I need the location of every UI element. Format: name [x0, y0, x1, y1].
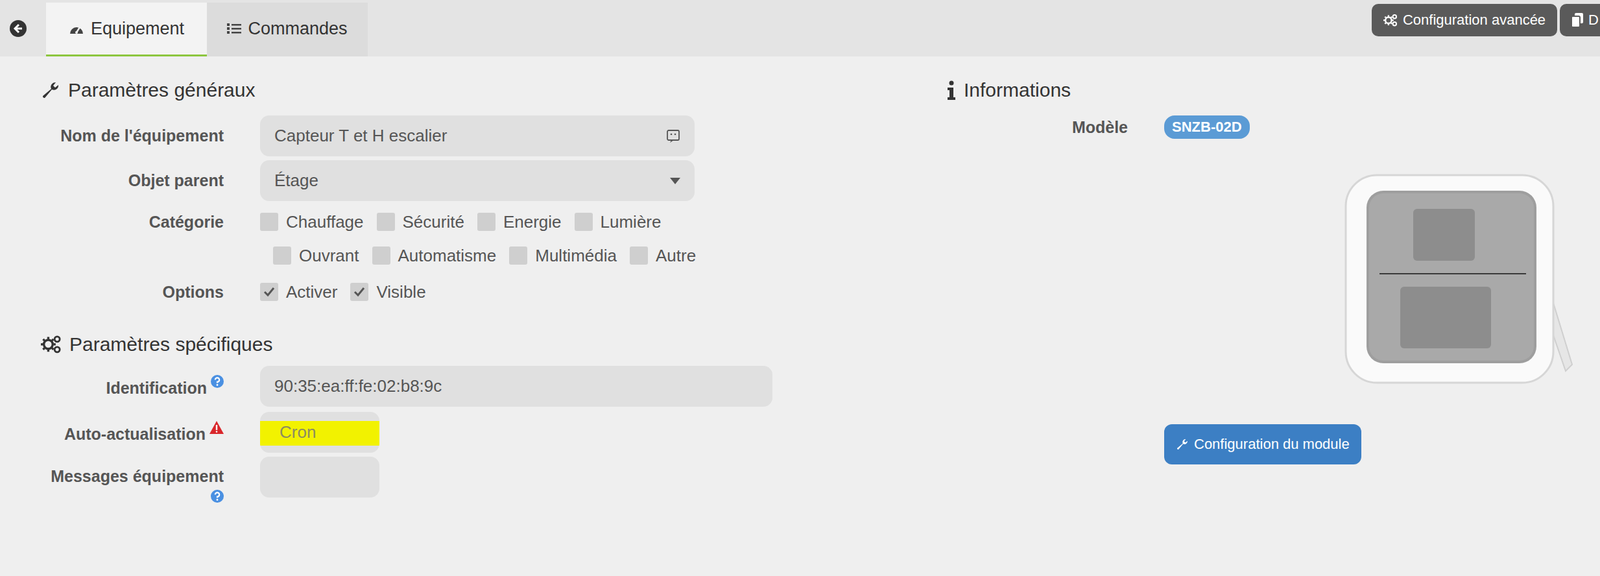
category-list: Chauffage Sécurité Energie Lumière Ouvrant Au…	[260, 204, 708, 273]
toolbar: Equipement Commandes Configuration avancée…	[0, 0, 1600, 57]
tab[interactable]: Commandes	[206, 2, 368, 57]
model-row: Modèle SNZB-02D	[946, 115, 1600, 139]
form-row: Messages équipement	[35, 456, 947, 513]
duplicate-button[interactable]: D	[1559, 3, 1600, 37]
button-label[interactable]: Configuration du module	[1194, 435, 1350, 453]
checkbox-option[interactable]: Sécurité	[376, 204, 465, 239]
wrench-icon	[1175, 437, 1189, 451]
checkbox-label[interactable]: Autre	[655, 245, 696, 266]
tab[interactable]: Equipement	[46, 2, 207, 57]
section-header: Informations	[946, 76, 1600, 104]
checkbox[interactable]	[260, 212, 279, 231]
section-header: Paramètres généraux	[40, 76, 947, 104]
tab-label[interactable]: Equipement	[90, 18, 185, 39]
tab-bar: Equipement Commandes	[46, 0, 368, 57]
tab-label[interactable]: Commandes	[247, 18, 347, 39]
wrench-icon	[40, 80, 61, 100]
checkbox-label[interactable]: Energie	[503, 212, 562, 233]
form-row: Nom de l'équipement Capteur T et H escali…	[35, 115, 947, 157]
name-input[interactable]: Capteur T et H escalier	[260, 115, 695, 157]
checkbox-option[interactable]: Automatisme	[372, 238, 497, 273]
page-body: Paramètres généraux Nom de l'équipement Ca…	[0, 56, 1600, 513]
checkbox[interactable]	[629, 246, 648, 265]
checkbox-label[interactable]: Activer	[286, 282, 338, 303]
checkbox-label[interactable]: Sécurité	[402, 212, 465, 233]
checkbox-option[interactable]: Ouvrant	[273, 238, 360, 273]
checkbox-label[interactable]: Visible	[376, 282, 426, 303]
button-label[interactable]: Configuration avancée	[1402, 11, 1546, 29]
form-row: Auto-actualisation	[35, 411, 947, 453]
advanced-config-button[interactable]: Configuration avancée	[1371, 3, 1558, 37]
section-title: Informations	[963, 79, 1071, 102]
help-icon	[210, 374, 224, 388]
info-icon	[946, 80, 956, 100]
field-label: Modèle	[1072, 118, 1128, 137]
checkbox[interactable]	[574, 212, 593, 231]
field-label: Options	[162, 282, 224, 301]
button-label[interactable]: D	[1588, 11, 1599, 29]
field-label: Messages équipement	[50, 466, 224, 486]
checkbox[interactable]	[350, 282, 369, 301]
help-icon	[210, 489, 224, 503]
identification-input[interactable]: 90:35:ea:ff:fe:02:b8:9c	[260, 365, 773, 407]
checkbox[interactable]	[273, 246, 292, 265]
field-label: Auto-actualisation	[64, 424, 206, 443]
list-icon	[226, 22, 242, 36]
checkbox-label[interactable]: Automatisme	[398, 245, 497, 266]
field-label: Catégorie	[149, 212, 224, 231]
checkbox[interactable]	[372, 246, 391, 265]
checkbox-label[interactable]: Chauffage	[286, 212, 364, 233]
checkbox[interactable]	[376, 212, 395, 231]
section-title: Paramètres spécifiques	[69, 333, 273, 356]
field-label: Nom de l'équipement	[60, 126, 224, 145]
form-row: Catégorie Chauffage Sécurité Energie Lumière…	[35, 204, 947, 273]
checkbox-option[interactable]: Autre	[629, 238, 696, 273]
checkbox-label[interactable]: Ouvrant	[298, 245, 360, 266]
checkbox-option[interactable]: Chauffage	[260, 204, 364, 239]
copy-icon	[1571, 12, 1584, 28]
gears-icon	[40, 334, 62, 355]
device-picture-icon	[1341, 169, 1577, 390]
information-panel: InformationsModèle SNZB-02D Configuration …	[946, 56, 1600, 513]
device-photo	[946, 169, 1577, 390]
checkbox[interactable]	[509, 246, 528, 265]
checkbox-option[interactable]: Visible	[350, 274, 426, 309]
gauge-icon	[68, 22, 85, 36]
emoji-icon	[666, 129, 681, 144]
back-button[interactable]	[0, 0, 36, 57]
back-arrow-icon	[9, 20, 27, 37]
section-header: Paramètres spécifiques	[40, 330, 947, 359]
form-row: Identification 90:35:ea:ff:fe:02:b8:9c	[35, 365, 947, 407]
warning-icon	[209, 420, 224, 434]
check-icon	[352, 285, 366, 299]
model-badge: SNZB-02D	[1164, 115, 1250, 139]
options-list: Activer Visible	[260, 274, 708, 309]
name-value[interactable]: Capteur T et H escalier	[274, 125, 447, 146]
checkbox-option[interactable]: Multimédia	[509, 238, 617, 273]
checkbox-option[interactable]: Activer	[260, 274, 338, 309]
identification-value[interactable]: 90:35:ea:ff:fe:02:b8:9c	[274, 376, 442, 397]
checkbox[interactable]	[260, 282, 279, 301]
checkbox-label[interactable]: Lumière	[600, 212, 662, 233]
checkbox[interactable]	[477, 212, 496, 231]
equipment-form: Paramètres généraux Nom de l'équipement Ca…	[0, 56, 947, 513]
form-row: Options Activer Visible	[35, 274, 947, 309]
checkbox-option[interactable]: Lumière	[574, 204, 662, 239]
caret-down-icon	[669, 177, 681, 185]
check-icon	[262, 285, 276, 299]
field-label: Objet parent	[128, 171, 224, 190]
gears-icon	[1383, 13, 1398, 27]
parent-select[interactable]: Étage	[260, 160, 695, 202]
module-config-button[interactable]: Configuration du module	[1164, 424, 1362, 465]
cron-input[interactable]	[260, 411, 380, 453]
parent-value[interactable]: Étage	[274, 170, 319, 191]
field-label: Identification	[105, 378, 207, 397]
form-row: Objet parent Étage	[35, 160, 947, 202]
checkbox-label[interactable]: Multimédia	[535, 245, 617, 266]
messages-input[interactable]	[260, 456, 380, 498]
checkbox-option[interactable]: Energie	[477, 204, 562, 239]
section-title: Paramètres généraux	[68, 79, 256, 102]
